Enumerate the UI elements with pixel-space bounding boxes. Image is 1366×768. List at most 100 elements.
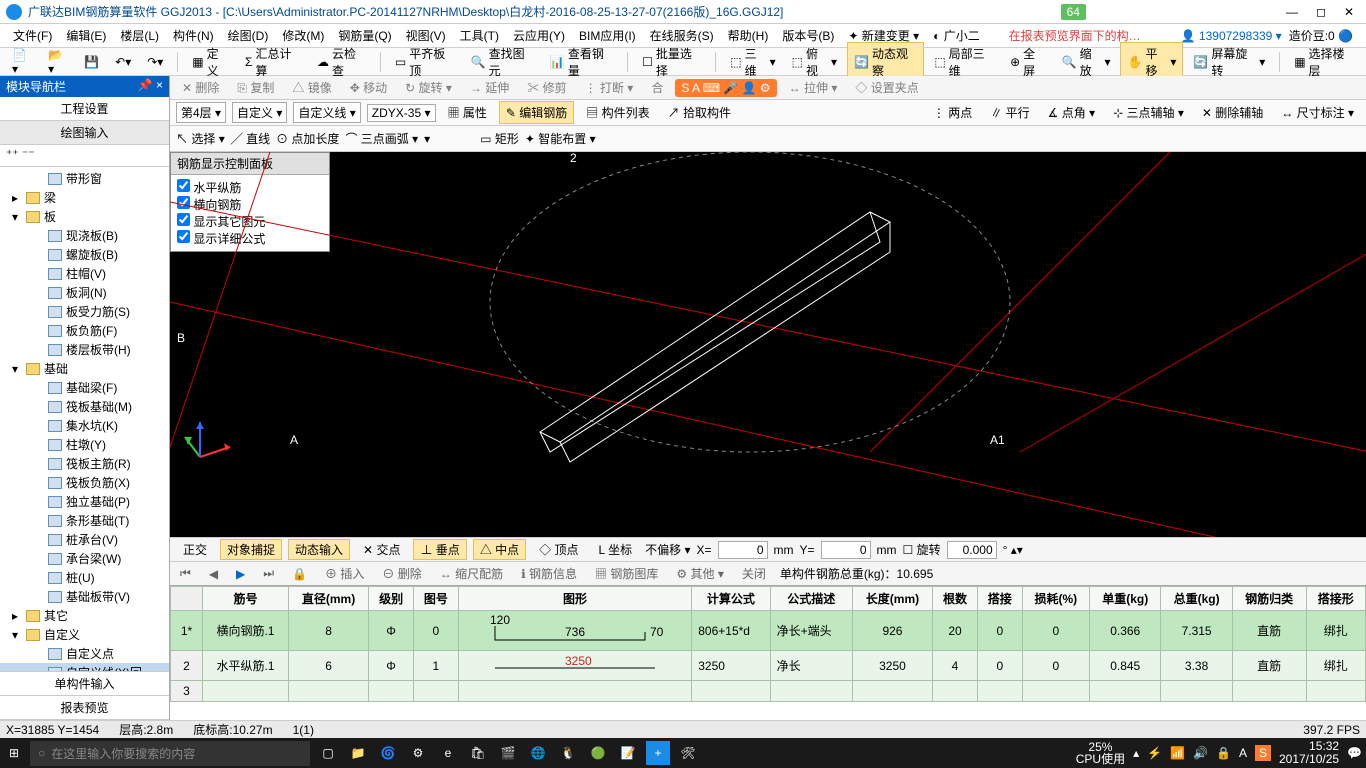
new-icon[interactable]: 📄▾ bbox=[6, 46, 38, 78]
stretch-button[interactable]: ↔ 拉伸 ▾ bbox=[783, 78, 844, 97]
attr-button[interactable]: ▦ 属性 bbox=[442, 102, 493, 123]
ortho-toggle[interactable]: 正交 bbox=[176, 539, 214, 560]
close-button[interactable]: ✕ bbox=[1344, 5, 1354, 19]
ptang-button[interactable]: ∡ 点角 ▾ bbox=[1042, 102, 1101, 123]
task-qq-icon[interactable]: 🐧 bbox=[556, 741, 580, 765]
menu-help[interactable]: 帮助(H) bbox=[721, 27, 776, 44]
task-gear2-icon[interactable]: ⚙ bbox=[406, 741, 430, 765]
chui-toggle[interactable]: ⊥ 垂点 bbox=[413, 539, 466, 560]
arc-tool[interactable]: ⌒ 三点画弧 ▾ bbox=[345, 130, 418, 147]
local3d-button[interactable]: ⬚ 局部三维 bbox=[928, 43, 1000, 81]
col-header[interactable]: 损耗(%) bbox=[1022, 587, 1089, 611]
menu-version[interactable]: 版本号(B) bbox=[775, 27, 841, 44]
viewport[interactable]: 钢筋显示控制面板 水平纵筋 横向钢筋 显示其它图元 显示详细公式 2 B A A bbox=[170, 152, 1366, 537]
trim-button[interactable]: ✂ 修剪 bbox=[521, 78, 572, 97]
lock-icon[interactable]: 🔒 bbox=[288, 567, 311, 581]
tree-node[interactable]: 基础板带(V) bbox=[0, 587, 169, 606]
col-header[interactable]: 图形 bbox=[458, 587, 692, 611]
batch-select-button[interactable]: ☐ 批量选择 bbox=[636, 43, 707, 81]
task-tools-icon[interactable]: 🛠 bbox=[676, 741, 700, 765]
task-ie-icon[interactable]: 🌐 bbox=[526, 741, 550, 765]
col-header[interactable]: 钢筋归类 bbox=[1232, 587, 1306, 611]
tab-project-settings[interactable]: 工程设置 bbox=[0, 97, 169, 121]
col-header[interactable]: 直径(mm) bbox=[288, 587, 368, 611]
delete-row[interactable]: ⊖ 删除 bbox=[378, 565, 425, 582]
tree-node[interactable]: ▾ 自定义 bbox=[0, 625, 169, 644]
define-button[interactable]: ▦ 定义 bbox=[186, 43, 235, 81]
screen-rotate-button[interactable]: 🔄 屏幕旋转 ▾ bbox=[1187, 43, 1271, 81]
menu-tools[interactable]: 工具(T) bbox=[453, 27, 506, 44]
mirror-button[interactable]: △ 镜像 bbox=[286, 78, 337, 97]
col-header[interactable]: 筋号 bbox=[203, 587, 289, 611]
tree-node[interactable]: 条形基础(T) bbox=[0, 511, 169, 530]
tray-up-icon[interactable]: ▴ bbox=[1133, 746, 1139, 760]
floor-select[interactable]: 第4层 ▾ bbox=[176, 102, 226, 123]
y-input[interactable] bbox=[821, 541, 871, 559]
dynin-toggle[interactable]: 动态输入 bbox=[288, 539, 350, 560]
rotate-checkbox[interactable]: ☐ 旋转 bbox=[903, 541, 941, 558]
save-icon[interactable]: 💾 bbox=[78, 53, 105, 71]
task-swirl-icon[interactable]: 🌀 bbox=[376, 741, 400, 765]
comp-list-button[interactable]: ▤ 构件列表 bbox=[580, 102, 655, 123]
clock[interactable]: 15:322017/10/25 bbox=[1279, 740, 1339, 766]
close-table[interactable]: 关闭 bbox=[738, 565, 770, 582]
type-select[interactable]: 自定义线 ▾ bbox=[293, 102, 360, 123]
threeD-button[interactable]: ⬚ 三维 ▾ bbox=[724, 43, 781, 81]
col-header[interactable]: 计算公式 bbox=[692, 587, 770, 611]
delaux-button[interactable]: ✕ 删除辅轴 bbox=[1196, 102, 1269, 123]
tree-node[interactable]: 板受力筋(S) bbox=[0, 302, 169, 321]
tree-node[interactable]: ▾ 基础 bbox=[0, 359, 169, 378]
tree-node[interactable]: 带形窗 bbox=[0, 169, 169, 188]
col-header[interactable]: 图号 bbox=[413, 587, 458, 611]
minimize-button[interactable]: — bbox=[1286, 5, 1298, 19]
search-box[interactable]: ○ 在这里输入你要搜索的内容 bbox=[30, 741, 310, 766]
task-store-icon[interactable]: 🛍 bbox=[466, 741, 490, 765]
tree-node[interactable]: 板洞(N) bbox=[0, 283, 169, 302]
insert-row[interactable]: ⊕ 插入 bbox=[321, 565, 368, 582]
col-header[interactable]: 搭接形 bbox=[1306, 587, 1365, 611]
tree-node[interactable]: ▸ 梁 bbox=[0, 188, 169, 207]
tray-net-icon[interactable]: 📶 bbox=[1170, 746, 1185, 760]
zhong-toggle[interactable]: △ 中点 bbox=[473, 539, 526, 560]
extend-button[interactable]: → 延伸 bbox=[464, 78, 515, 97]
col-header[interactable]: 单重(kg) bbox=[1090, 587, 1161, 611]
tree-node[interactable]: 现浇板(B) bbox=[0, 226, 169, 245]
col-header[interactable]: 公式描述 bbox=[770, 587, 852, 611]
task-note-icon[interactable]: 📝 bbox=[616, 741, 640, 765]
zaojiadou[interactable]: 造价豆:0 🔵 bbox=[1282, 27, 1360, 44]
threeaux-button[interactable]: ⊹ 三点辅轴 ▾ bbox=[1107, 102, 1190, 123]
tree-node[interactable]: 柱墩(Y) bbox=[0, 435, 169, 454]
tree-node[interactable]: 承台梁(W) bbox=[0, 549, 169, 568]
tree-node[interactable]: 板负筋(F) bbox=[0, 321, 169, 340]
zuo-toggle[interactable]: L 坐标 bbox=[592, 539, 640, 560]
x-input[interactable] bbox=[718, 541, 768, 559]
move-button[interactable]: ✥ 移动 bbox=[344, 78, 393, 97]
task-view-icon[interactable]: ▢ bbox=[316, 741, 340, 765]
tree-node[interactable]: 桩承台(V) bbox=[0, 530, 169, 549]
smart-tool[interactable]: ✦ 智能布置 ▾ bbox=[525, 130, 596, 147]
jiao-toggle[interactable]: ✕ 交点 bbox=[356, 539, 407, 560]
scale-rebar[interactable]: ↔ 缩尺配筋 bbox=[436, 565, 507, 582]
menu-online[interactable]: 在线服务(S) bbox=[643, 27, 721, 44]
table-row[interactable]: 2水平纵筋.16Φ132503250净长32504000.8453.38直筋绑扎 bbox=[171, 651, 1366, 681]
menu-cloud[interactable]: 云应用(Y) bbox=[506, 27, 572, 44]
cpu-meter[interactable]: 25%CPU使用 bbox=[1076, 741, 1125, 765]
start-button[interactable]: ⊞ bbox=[4, 743, 24, 763]
table-row[interactable]: 3 bbox=[171, 681, 1366, 702]
find-element-button[interactable]: 🔍 查找图元 bbox=[465, 43, 540, 81]
tree-node[interactable]: 独立基础(P) bbox=[0, 492, 169, 511]
tray-vol-icon[interactable]: 🔊 bbox=[1193, 746, 1208, 760]
task-folder-icon[interactable]: 📁 bbox=[346, 741, 370, 765]
rebar-grid[interactable]: 筋号直径(mm)级别图号图形计算公式公式描述长度(mm)根数搭接损耗(%)单重(… bbox=[170, 585, 1366, 720]
menu-edit[interactable]: 编辑(E) bbox=[59, 27, 113, 44]
select-tool[interactable]: ↖ 选择 ▾ bbox=[176, 130, 225, 147]
tree-node[interactable]: 楼层板带(H) bbox=[0, 340, 169, 359]
pick-button[interactable]: ↗ 拾取构件 bbox=[662, 102, 737, 123]
menu-draw[interactable]: 绘图(D) bbox=[221, 27, 276, 44]
delete-button[interactable]: ✕ 删除 bbox=[176, 78, 225, 97]
maximize-button[interactable]: ◻ bbox=[1316, 5, 1326, 19]
open-icon[interactable]: 📂▾ bbox=[42, 46, 74, 78]
twopt-button[interactable]: ⋮ 两点 bbox=[927, 102, 978, 123]
tree-node[interactable]: ▾ 板 bbox=[0, 207, 169, 226]
tree-node[interactable]: 桩(U) bbox=[0, 568, 169, 587]
